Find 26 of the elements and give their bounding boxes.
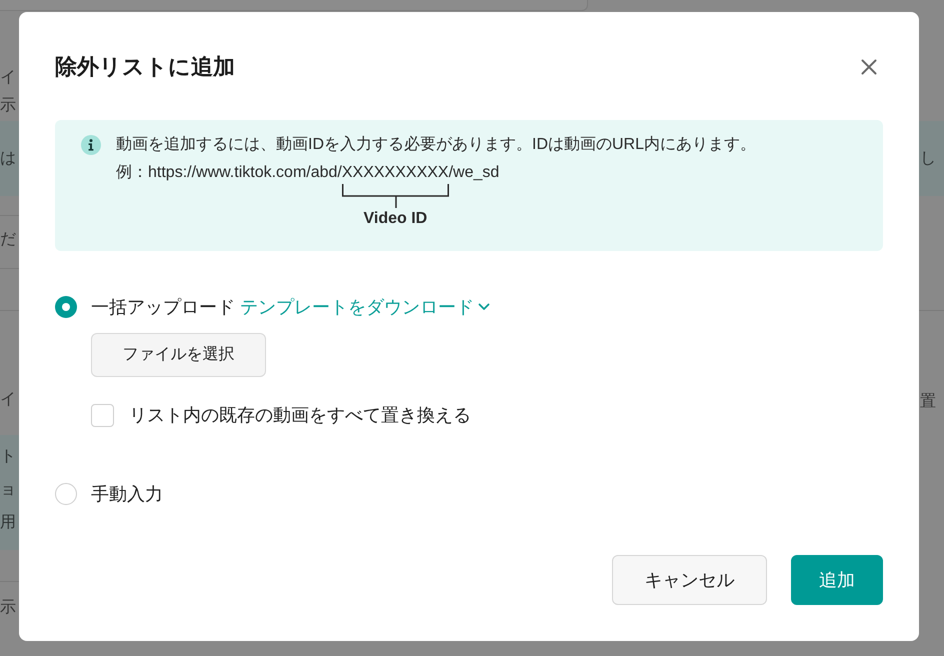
choose-file-button[interactable]: ファイルを選択 <box>91 333 266 377</box>
background-text: イ <box>0 390 17 410</box>
background-text: は <box>0 149 17 169</box>
option-label: 一括アップロード <box>91 296 235 319</box>
background-text: 用 <box>0 513 17 533</box>
cancel-button[interactable]: キャンセル <box>612 555 767 605</box>
info-icon <box>81 135 101 155</box>
dialog-title: 除外リストに追加 <box>55 53 235 81</box>
background-text: 置 <box>919 392 937 412</box>
checkbox[interactable] <box>91 404 114 426</box>
close-icon <box>861 59 877 75</box>
background-text: 示 <box>0 598 17 618</box>
video-id-label: Video ID <box>364 209 428 229</box>
background-text: ョ <box>0 480 17 500</box>
info-text: 動画を追加するには、動画IDを入力する必要があります。IDは動画のURL内にあります。 <box>116 134 756 155</box>
radio-button[interactable] <box>55 483 77 505</box>
background-text: イ <box>0 68 17 88</box>
background-text: だ <box>0 230 17 250</box>
option-label: 手動入力 <box>91 483 163 506</box>
chevron-down-icon <box>478 303 490 311</box>
example-url: 例：https://www.tiktok.com/abd/XXXXXXXXXX/we_sd <box>116 163 500 183</box>
background-text: 示 <box>0 96 17 116</box>
background-text: ト <box>0 447 17 467</box>
radio-button[interactable] <box>55 296 77 318</box>
checkbox-label: リスト内の既存の動画をすべて置き換える <box>129 404 471 427</box>
background-text: し <box>919 149 937 169</box>
